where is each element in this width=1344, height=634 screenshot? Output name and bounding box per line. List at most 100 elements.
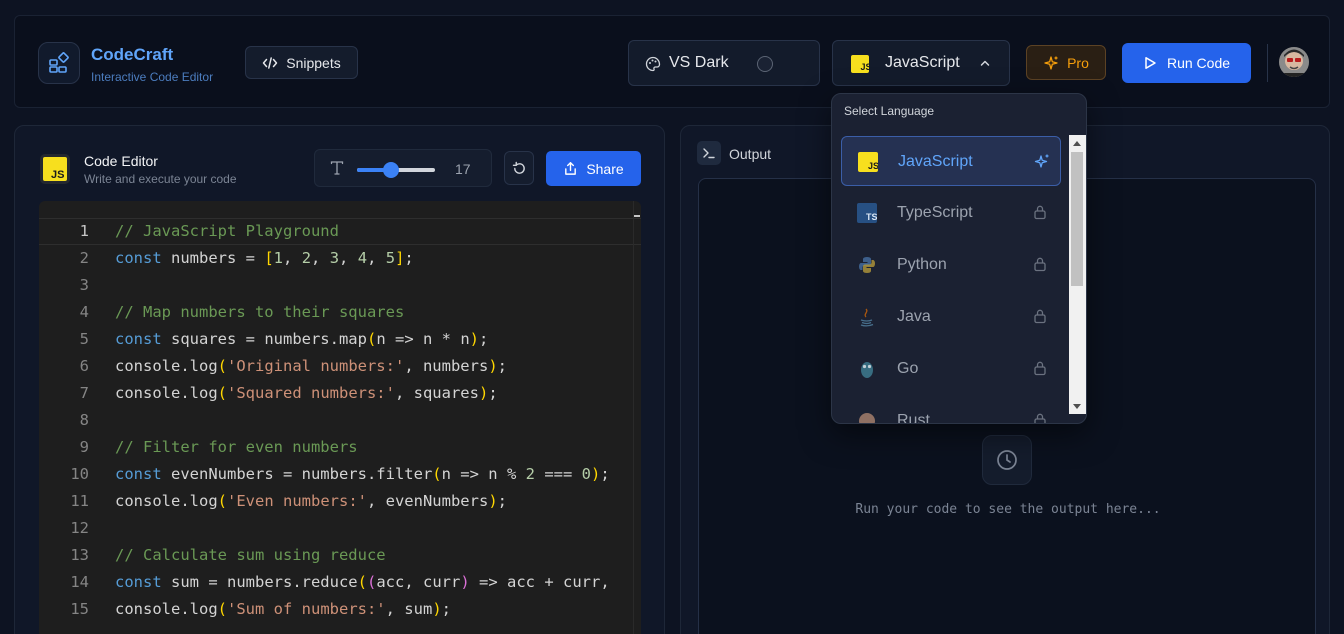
avatar[interactable] bbox=[1279, 47, 1309, 77]
language-option-label: JavaScript bbox=[898, 153, 973, 170]
code-line[interactable]: 7 console.log('Squared numbers:', squares… bbox=[39, 380, 641, 407]
rotate-ccw-icon bbox=[512, 161, 525, 174]
code-text: console.log('Squared numbers:', squares)… bbox=[115, 384, 498, 402]
code-text: // JavaScript Playground bbox=[115, 222, 339, 240]
code-line[interactable]: 13 // Calculate sum using reduce bbox=[39, 542, 641, 569]
lock-icon bbox=[1033, 204, 1047, 225]
rust-icon bbox=[857, 411, 877, 423]
font-size-slider[interactable] bbox=[357, 162, 435, 178]
language-option-go[interactable]: Go bbox=[841, 344, 1061, 394]
lock-icon bbox=[1033, 256, 1047, 277]
code-text: // Calculate sum using reduce bbox=[115, 546, 386, 564]
scroll-up-arrow[interactable] bbox=[1073, 141, 1081, 146]
editor-panel: JS Code Editor Write and execute your co… bbox=[14, 125, 665, 634]
top-header: CodeCraft Interactive Code Editor Snippe… bbox=[14, 15, 1330, 108]
java-icon bbox=[857, 307, 877, 332]
language-option-label: Python bbox=[897, 256, 947, 273]
svg-text:JS: JS bbox=[868, 161, 878, 171]
theme-swatch bbox=[757, 56, 773, 72]
line-number: 7 bbox=[79, 384, 89, 402]
font-size-value: 17 bbox=[455, 161, 471, 177]
palette-icon bbox=[645, 56, 661, 72]
code-line[interactable]: 6 console.log('Original numbers:', number… bbox=[39, 353, 641, 380]
brand-title: CodeCraft bbox=[91, 45, 174, 64]
code-icon bbox=[263, 56, 278, 69]
language-option-label: Rust bbox=[897, 412, 930, 424]
code-text: console.log('Even numbers:', evenNumbers… bbox=[115, 492, 507, 510]
type-icon bbox=[330, 161, 344, 175]
brand-subtitle: Interactive Code Editor bbox=[91, 70, 214, 84]
line-number: 11 bbox=[70, 492, 89, 510]
line-number: 10 bbox=[70, 465, 89, 483]
slider-thumb[interactable] bbox=[383, 162, 400, 178]
language-option-typescript[interactable]: TS TypeScript bbox=[841, 188, 1061, 238]
code-line[interactable]: 8 bbox=[39, 407, 641, 434]
line-number: 8 bbox=[79, 411, 89, 429]
code-line[interactable]: 11 console.log('Even numbers:', evenNumbe… bbox=[39, 488, 641, 515]
code-text: // Filter for even numbers bbox=[115, 438, 358, 456]
javascript-icon: JS bbox=[858, 152, 879, 177]
line-number: 14 bbox=[70, 573, 89, 591]
language-label: JavaScript bbox=[885, 54, 960, 71]
scroll-thumb[interactable] bbox=[1071, 152, 1083, 286]
code-text: const numbers = [1, 2, 3, 4, 5]; bbox=[115, 249, 414, 267]
pro-label: Pro bbox=[1067, 54, 1089, 71]
header-divider bbox=[1267, 44, 1268, 82]
lock-icon bbox=[1033, 308, 1047, 329]
language-option-java[interactable]: Java bbox=[841, 292, 1061, 342]
pro-button[interactable]: Pro bbox=[1026, 45, 1106, 80]
sparkles-icon bbox=[1044, 55, 1058, 70]
code-line[interactable]: 5 const squares = numbers.map(n => n * n)… bbox=[39, 326, 641, 353]
snippets-label: Snippets bbox=[286, 54, 341, 71]
code-line[interactable]: 2 const numbers = [1, 2, 3, 4, 5]; bbox=[39, 245, 641, 272]
language-option-python[interactable]: Python bbox=[841, 240, 1061, 290]
chevron-up-icon bbox=[980, 60, 990, 66]
scroll-marker bbox=[634, 215, 640, 217]
code-line[interactable]: 12 bbox=[39, 515, 641, 542]
clock-icon bbox=[982, 435, 1032, 485]
terminal-icon bbox=[697, 141, 721, 165]
language-list: JS JavaScript TS TypeScript Python Java Go Rust bbox=[832, 134, 1070, 424]
font-size-control: 17 bbox=[314, 149, 492, 187]
theme-label: VS Dark bbox=[669, 54, 729, 71]
share-label: Share bbox=[586, 160, 624, 177]
scroll-down-arrow[interactable] bbox=[1073, 404, 1081, 409]
line-number: 2 bbox=[79, 249, 89, 267]
code-line[interactable]: 3 bbox=[39, 272, 641, 299]
code-scrollbar[interactable] bbox=[633, 201, 641, 634]
code-text: // Map numbers to their squares bbox=[115, 303, 405, 321]
language-option-javascript[interactable]: JS JavaScript bbox=[841, 136, 1061, 186]
output-title: Output bbox=[729, 146, 772, 162]
dropdown-heading: Select Language bbox=[844, 104, 935, 118]
code-line[interactable]: 9 // Filter for even numbers bbox=[39, 434, 641, 461]
code-line[interactable]: 10 const evenNumbers = numbers.filter(n =… bbox=[39, 461, 641, 488]
share-button[interactable]: Share bbox=[546, 151, 641, 186]
language-option-label: TypeScript bbox=[897, 204, 973, 221]
editor-subtitle: Write and execute your code bbox=[84, 172, 237, 186]
code-line[interactable]: 14 const sum = numbers.reduce((acc, curr)… bbox=[39, 569, 641, 596]
code-line[interactable]: 4 // Map numbers to their squares bbox=[39, 299, 641, 326]
language-selector[interactable]: JS JavaScript bbox=[832, 40, 1010, 86]
svg-text:TS: TS bbox=[866, 212, 877, 222]
lock-icon bbox=[1033, 412, 1047, 423]
line-number: 5 bbox=[79, 330, 89, 348]
code-editor[interactable]: 1 // JavaScript Playground 2 const numbers … bbox=[39, 201, 641, 634]
code-line[interactable]: 1 // JavaScript Playground bbox=[39, 218, 641, 245]
line-number: 1 bbox=[79, 222, 89, 240]
code-line[interactable]: 15 console.log('Sum of numbers:', sum); bbox=[39, 596, 641, 623]
line-number: 3 bbox=[79, 276, 89, 294]
code-text: const squares = numbers.map(n => n * n); bbox=[115, 330, 489, 348]
language-dropdown: Select Language JS JavaScript TS TypeScript… bbox=[831, 93, 1087, 424]
run-code-label: Run Code bbox=[1166, 55, 1231, 71]
theme-selector[interactable]: VS Dark bbox=[628, 40, 820, 86]
run-code-button[interactable]: Run Code bbox=[1122, 43, 1251, 83]
svg-text:JS: JS bbox=[861, 62, 870, 72]
line-number: 9 bbox=[79, 438, 89, 456]
reset-button[interactable] bbox=[504, 151, 534, 185]
dropdown-scrollbar[interactable] bbox=[1069, 135, 1086, 414]
line-number: 6 bbox=[79, 357, 89, 375]
language-option-rust[interactable]: Rust bbox=[841, 396, 1061, 424]
snippets-button[interactable]: Snippets bbox=[245, 46, 358, 79]
play-icon bbox=[1145, 57, 1156, 69]
line-number: 4 bbox=[79, 303, 89, 321]
